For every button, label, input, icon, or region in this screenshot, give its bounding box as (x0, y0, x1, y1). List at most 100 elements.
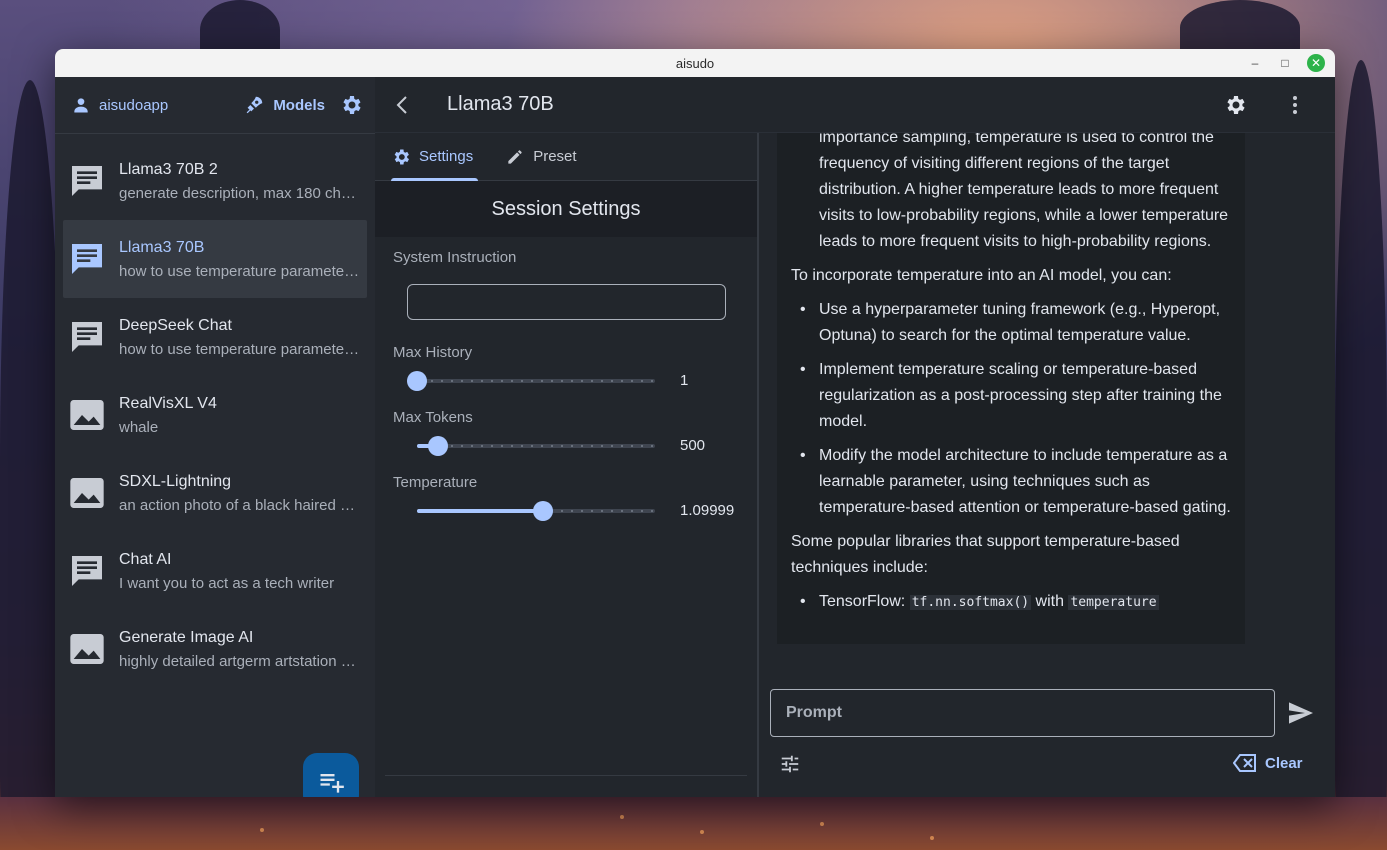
slider-row: 1 (375, 361, 757, 407)
message-bullet: TensorFlow: tf.nn.softmax() with tempera… (791, 589, 1231, 616)
chat-text: Chat AI I want you to act as a tech write… (119, 551, 363, 592)
app-window: aisudo – □ ✕ aisudoapp Models Llama3 70B… (55, 49, 1335, 797)
system-instruction-label: System Instruction (393, 249, 517, 266)
chat-text: Generate Image AI highly detailed artgerm… (119, 629, 363, 670)
inline-code: temperature (1068, 595, 1159, 610)
chat-title: SDXL-Lightning (119, 472, 232, 490)
tab-preset[interactable]: Preset (489, 133, 592, 180)
slider-label: Max History (393, 344, 473, 361)
chat-icon (67, 317, 107, 357)
wallpaper-tree (0, 80, 60, 850)
clear-button[interactable]: Clear (1233, 753, 1303, 773)
sidebar-divider (55, 133, 375, 134)
chat-title: Generate Image AI (119, 628, 254, 646)
close-button[interactable]: ✕ (1307, 54, 1325, 72)
clear-label: Clear (1265, 754, 1303, 772)
chat-icon (67, 239, 107, 279)
models-button[interactable]: Models (243, 94, 325, 116)
chat-icon (67, 161, 107, 201)
bullet-text: TensorFlow: (819, 593, 910, 610)
chat-title: Llama3 70B (119, 238, 205, 256)
minimize-button[interactable]: – (1247, 49, 1263, 77)
chat-title: RealVisXL V4 (119, 394, 217, 412)
slider-value: 500 (680, 437, 706, 454)
wallpaper-tree (1335, 60, 1387, 850)
chat-text: RealVisXL V4 whale (119, 395, 363, 436)
wallpaper-tree (1180, 0, 1300, 55)
slider-ticks (417, 445, 655, 447)
slider-track[interactable] (417, 436, 655, 456)
rocket-icon (246, 96, 263, 114)
wallpaper-sparkle (700, 830, 704, 834)
chat-subtitle: how to use temperature parameter in AI (119, 340, 363, 358)
chat-list-item[interactable]: DeepSeek Chat how to use temperature para… (63, 298, 367, 376)
chat-title: Chat AI (119, 550, 172, 568)
chat-list-item[interactable]: Chat AI I want you to act as a tech write… (63, 532, 367, 610)
chat-subtitle: how to use temperature parameter in AI (119, 262, 363, 280)
session-settings-heading: Session Settings (375, 181, 757, 237)
chat-list-item[interactable]: Llama3 70B how to use temperature paramet… (63, 220, 367, 298)
message-bullet-list: TensorFlow: tf.nn.softmax() with tempera… (791, 589, 1231, 616)
image-icon (67, 629, 107, 669)
chat-list-item[interactable]: SDXL-Lightning an action photo of a black… (63, 454, 367, 532)
chat-list-item[interactable]: RealVisXL V4 whale (63, 376, 367, 454)
chat-subtitle: whale (119, 418, 159, 436)
message-bullet: Modify the model architecture to include… (791, 443, 1231, 521)
main-area: Llama3 70B Settings Preset Session Setti… (375, 77, 1335, 797)
chat-subtitle: I want you to act as a tech writer (119, 574, 335, 592)
app-bar: Llama3 70B (375, 77, 1335, 133)
chat-text: Llama3 70B 2 generate description, max 18… (119, 161, 363, 202)
tab-settings[interactable]: Settings (375, 133, 489, 180)
new-chat-button[interactable] (303, 753, 359, 797)
slider-ticks (417, 380, 655, 382)
slider-value: 1 (680, 372, 689, 389)
chat-title: Llama3 70B 2 (119, 160, 218, 178)
chat-title: DeepSeek Chat (119, 316, 232, 334)
slider-row: 500 (375, 426, 757, 472)
chat-icon (67, 551, 107, 591)
image-icon (67, 395, 107, 435)
slider-thumb[interactable] (407, 371, 427, 391)
slider-fill (417, 509, 544, 513)
slider-row: 1.09999 (375, 491, 757, 537)
chat-list-item[interactable]: Llama3 70B 2 generate description, max 18… (63, 142, 367, 220)
more-vert-icon[interactable] (1283, 93, 1307, 117)
playlist-add-icon (320, 774, 344, 793)
message-bullet: Use a hyperparameter tuning framework (e… (791, 297, 1231, 349)
chat-subtitle: an action photo of a black haired woman (119, 496, 363, 514)
prompt-placeholder: Prompt (786, 704, 842, 721)
prompt-input[interactable]: Prompt (770, 689, 1275, 737)
conversation-area: importance sampling, temperature is used… (777, 133, 1323, 679)
message-paragraph: Some popular libraries that support temp… (791, 533, 1180, 576)
wallpaper-sparkle (820, 822, 824, 826)
settings-panel: Settings Preset Session Settings System … (375, 133, 759, 797)
tune-icon[interactable] (779, 753, 801, 775)
gear-icon[interactable] (339, 93, 363, 117)
message-bullet: Implement temperature scaling or tempera… (791, 357, 1231, 435)
slider-label: Max Tokens (393, 409, 473, 426)
wallpaper-sparkle (260, 828, 264, 832)
slider-track[interactable] (417, 501, 655, 521)
panel-divider (385, 775, 747, 776)
send-icon[interactable] (1285, 697, 1317, 729)
settings-gear-icon[interactable] (1223, 93, 1247, 117)
maximize-button[interactable]: □ (1277, 49, 1293, 77)
chat-text: SDXL-Lightning an action photo of a black… (119, 473, 363, 514)
sidebar-header: aisudoapp Models (55, 77, 375, 133)
system-instruction-input[interactable] (407, 284, 726, 320)
user-button[interactable]: aisudoapp (67, 95, 172, 115)
tab-preset-label: Preset (533, 148, 577, 165)
bullet-text: with (1031, 593, 1069, 610)
wallpaper-ground (0, 797, 1387, 850)
slider-track[interactable] (407, 371, 655, 391)
gear-icon (394, 149, 409, 164)
chat-text: DeepSeek Chat how to use temperature para… (119, 317, 363, 358)
back-icon[interactable] (391, 93, 415, 117)
pencil-icon (508, 149, 522, 164)
slider-thumb[interactable] (533, 501, 554, 521)
slider-thumb[interactable] (428, 436, 449, 456)
slider-label: Temperature (393, 474, 478, 491)
window-title: aisudo (675, 55, 715, 71)
chat-list-item[interactable]: Generate Image AI highly detailed artgerm… (63, 610, 367, 688)
username: aisudoapp (99, 96, 169, 114)
